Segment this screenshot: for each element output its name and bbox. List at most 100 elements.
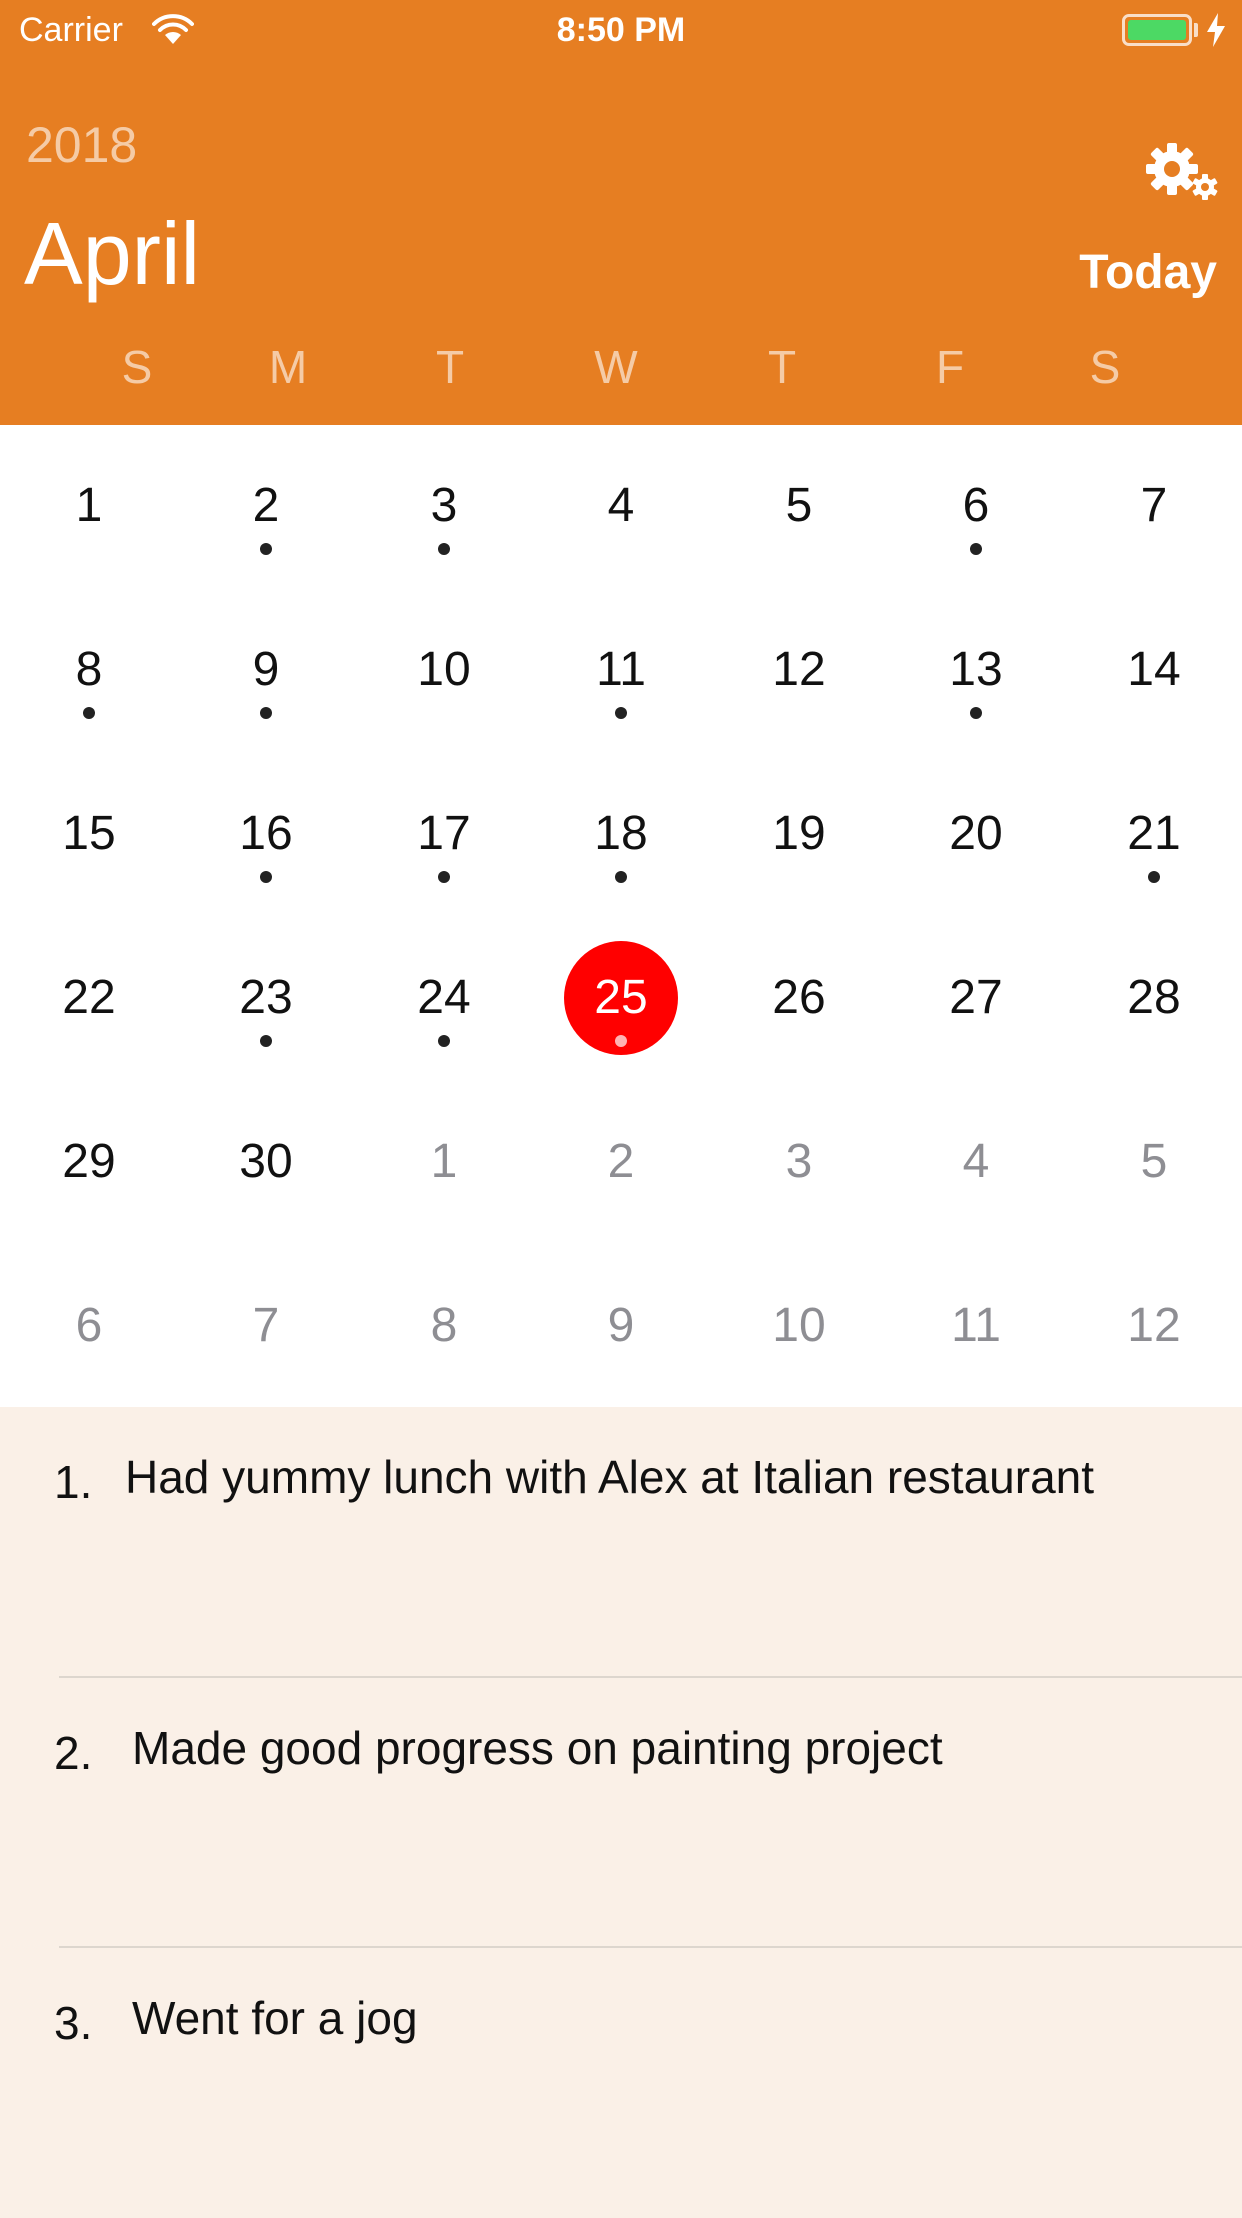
calendar-day[interactable]: 10 [356,589,533,753]
entry-text: Had yummy lunch with Alex at Italian res… [125,1447,1185,1507]
month-title: April [24,203,200,305]
event-dot-indicator [615,871,627,883]
calendar-day[interactable]: 8 [1,589,178,753]
day-number: 25 [533,970,710,1026]
calendar-day[interactable]: 28 [1066,917,1242,1081]
event-dot-indicator [83,707,95,719]
entry-item-3[interactable]: 3. Went for a jog [0,1948,1242,2218]
calendar-day[interactable]: 1 [356,1081,533,1245]
entry-item-2[interactable]: 2. Made good progress on painting projec… [0,1678,1242,1948]
calendar-day[interactable]: 10 [711,1245,888,1409]
event-dot-indicator [438,1035,450,1047]
calendar-day[interactable]: 12 [711,589,888,753]
day-number: 12 [711,642,888,698]
charging-bolt-icon [1204,12,1228,48]
calendar-day[interactable]: 30 [178,1081,355,1245]
calendar-day[interactable]: 20 [888,753,1065,917]
calendar-day[interactable]: 27 [888,917,1065,1081]
calendar-day[interactable]: 18 [533,753,710,917]
calendar-day[interactable]: 2 [533,1081,710,1245]
day-number: 8 [1,642,178,698]
today-button[interactable]: Today [1079,245,1217,300]
calendar-day[interactable]: 11 [533,589,710,753]
calendar-day[interactable]: 24 [356,917,533,1081]
calendar-day[interactable]: 9 [533,1245,710,1409]
calendar-day[interactable]: 13 [888,589,1065,753]
calendar-day[interactable]: 21 [1066,753,1242,917]
calendar-day[interactable]: 7 [1066,425,1242,589]
day-number: 24 [356,970,533,1026]
day-number: 21 [1066,806,1242,862]
event-dot-indicator [260,1035,272,1047]
day-number: 11 [533,642,710,698]
day-number: 4 [533,478,710,534]
calendar-day[interactable]: 4 [533,425,710,589]
day-number: 13 [888,642,1065,698]
entry-text: Went for a jog [132,1988,1192,2048]
day-number: 10 [711,1298,888,1354]
calendar-day[interactable]: 6 [1,1245,178,1409]
day-number: 7 [178,1298,355,1354]
calendar-day[interactable]: 9 [178,589,355,753]
calendar-day[interactable]: 7 [178,1245,355,1409]
day-number: 1 [1,478,178,534]
event-dot-indicator [438,543,450,555]
calendar-day[interactable]: 2 [178,425,355,589]
battery-tip [1194,23,1198,37]
calendar-day[interactable]: 3 [711,1081,888,1245]
event-dot-indicator [438,871,450,883]
header: Carrier 8:50 PM 2018 April [0,0,1242,425]
day-number: 28 [1066,970,1242,1026]
entry-item-1[interactable]: 1. Had yummy lunch with Alex at Italian … [0,1407,1242,1677]
day-number: 1 [356,1134,533,1190]
event-dot-indicator [260,543,272,555]
event-dot-indicator [615,707,627,719]
calendar-day[interactable]: 14 [1066,589,1242,753]
day-number: 29 [1,1134,178,1190]
calendar-day-selected[interactable]: 25 [533,917,710,1081]
day-number: 19 [711,806,888,862]
battery-icon [1122,14,1192,46]
calendar-day[interactable]: 16 [178,753,355,917]
year-label: 2018 [26,116,137,174]
calendar-day[interactable]: 29 [1,1081,178,1245]
day-number: 9 [178,642,355,698]
calendar-day[interactable]: 1 [1,425,178,589]
calendar-day[interactable]: 5 [711,425,888,589]
day-number: 3 [711,1134,888,1190]
day-number: 27 [888,970,1065,1026]
calendar-day[interactable]: 17 [356,753,533,917]
calendar-day[interactable]: 11 [888,1245,1065,1409]
event-dot-indicator [1148,871,1160,883]
calendar-day[interactable]: 26 [711,917,888,1081]
day-number: 3 [356,478,533,534]
day-number: 10 [356,642,533,698]
calendar-day[interactable]: 23 [178,917,355,1081]
status-time: 8:50 PM [0,11,1242,50]
event-dot-indicator [970,543,982,555]
calendar-day[interactable]: 8 [356,1245,533,1409]
status-bar: Carrier 8:50 PM [0,0,1242,62]
day-number: 2 [178,478,355,534]
day-number: 6 [888,478,1065,534]
day-number: 20 [888,806,1065,862]
calendar-day[interactable]: 4 [888,1081,1065,1245]
weekday-thu: T [768,340,796,394]
day-number: 16 [178,806,355,862]
calendar-day[interactable]: 22 [1,917,178,1081]
calendar-day[interactable]: 6 [888,425,1065,589]
weekday-sun: S [122,340,153,394]
calendar-day[interactable]: 3 [356,425,533,589]
weekday-wed: W [594,340,637,394]
day-number: 12 [1066,1298,1242,1354]
day-number: 7 [1066,478,1242,534]
day-number: 4 [888,1134,1065,1190]
event-dot-indicator [260,871,272,883]
calendar-day[interactable]: 12 [1066,1245,1242,1409]
calendar-day[interactable]: 15 [1,753,178,917]
calendar-day[interactable]: 5 [1066,1081,1242,1245]
entry-number: 2. [54,1726,92,1780]
calendar-day[interactable]: 19 [711,753,888,917]
gear-icon[interactable] [1140,135,1224,205]
event-dot-indicator [615,1035,627,1047]
